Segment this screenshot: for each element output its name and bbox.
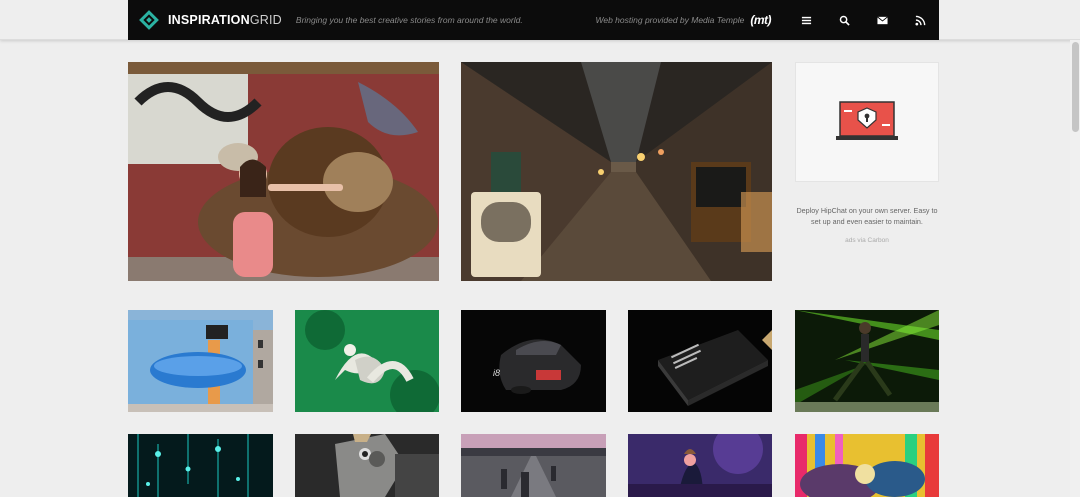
media-temple-logo: (mt) bbox=[750, 13, 771, 27]
rss-button[interactable] bbox=[901, 0, 939, 40]
menu-icon bbox=[801, 16, 811, 24]
carbon-ad-image[interactable] bbox=[795, 62, 939, 182]
header-nav bbox=[787, 0, 939, 40]
alley-street-image bbox=[461, 62, 772, 281]
thumb-black-car[interactable]: i8 bbox=[461, 310, 606, 412]
logo-diamond-icon bbox=[139, 10, 159, 30]
scrollbar-thumb[interactable] bbox=[1072, 42, 1079, 132]
featured-alley-street[interactable] bbox=[461, 62, 772, 281]
site-logo[interactable]: INSPIRATIONGRID bbox=[138, 9, 282, 31]
lion-girl-image bbox=[128, 62, 439, 281]
search-icon bbox=[839, 15, 850, 26]
thumb-green-3d-type[interactable] bbox=[295, 310, 439, 412]
thumb-colorful-abstract[interactable] bbox=[795, 434, 939, 497]
thumb-robot-head[interactable] bbox=[295, 434, 439, 497]
site-tagline: Bringing you the best creative stories f… bbox=[295, 15, 523, 25]
thumb-whale-mural[interactable] bbox=[128, 310, 273, 412]
logo-text: INSPIRATIONGRID bbox=[168, 13, 282, 27]
ad-description[interactable]: Deploy HipChat on your own server. Easy … bbox=[795, 206, 939, 227]
rss-icon bbox=[914, 15, 925, 26]
laptop-lock-icon bbox=[836, 101, 898, 140]
thumb-purple-illustration[interactable] bbox=[628, 434, 772, 497]
mail-button[interactable] bbox=[863, 0, 901, 40]
thumb-black-book[interactable] bbox=[628, 310, 772, 412]
thumb-teal-lights[interactable] bbox=[128, 434, 273, 497]
svg-text:i8: i8 bbox=[493, 368, 500, 378]
ad-via-link[interactable]: ads via Carbon bbox=[795, 237, 939, 244]
hosting-text: Web hosting provided by Media Temple bbox=[595, 15, 745, 25]
top-bar: INSPIRATIONGRID Bringing you the best cr… bbox=[128, 0, 939, 40]
thumb-road-scene[interactable] bbox=[461, 434, 606, 497]
hosting-credit[interactable]: Web hosting provided by Media Temple (mt… bbox=[595, 13, 787, 27]
menu-button[interactable] bbox=[787, 0, 825, 40]
featured-lion-girl[interactable] bbox=[128, 62, 439, 281]
mail-icon bbox=[876, 15, 888, 24]
thumb-neon-dancer[interactable] bbox=[795, 310, 939, 412]
search-button[interactable] bbox=[825, 0, 863, 40]
